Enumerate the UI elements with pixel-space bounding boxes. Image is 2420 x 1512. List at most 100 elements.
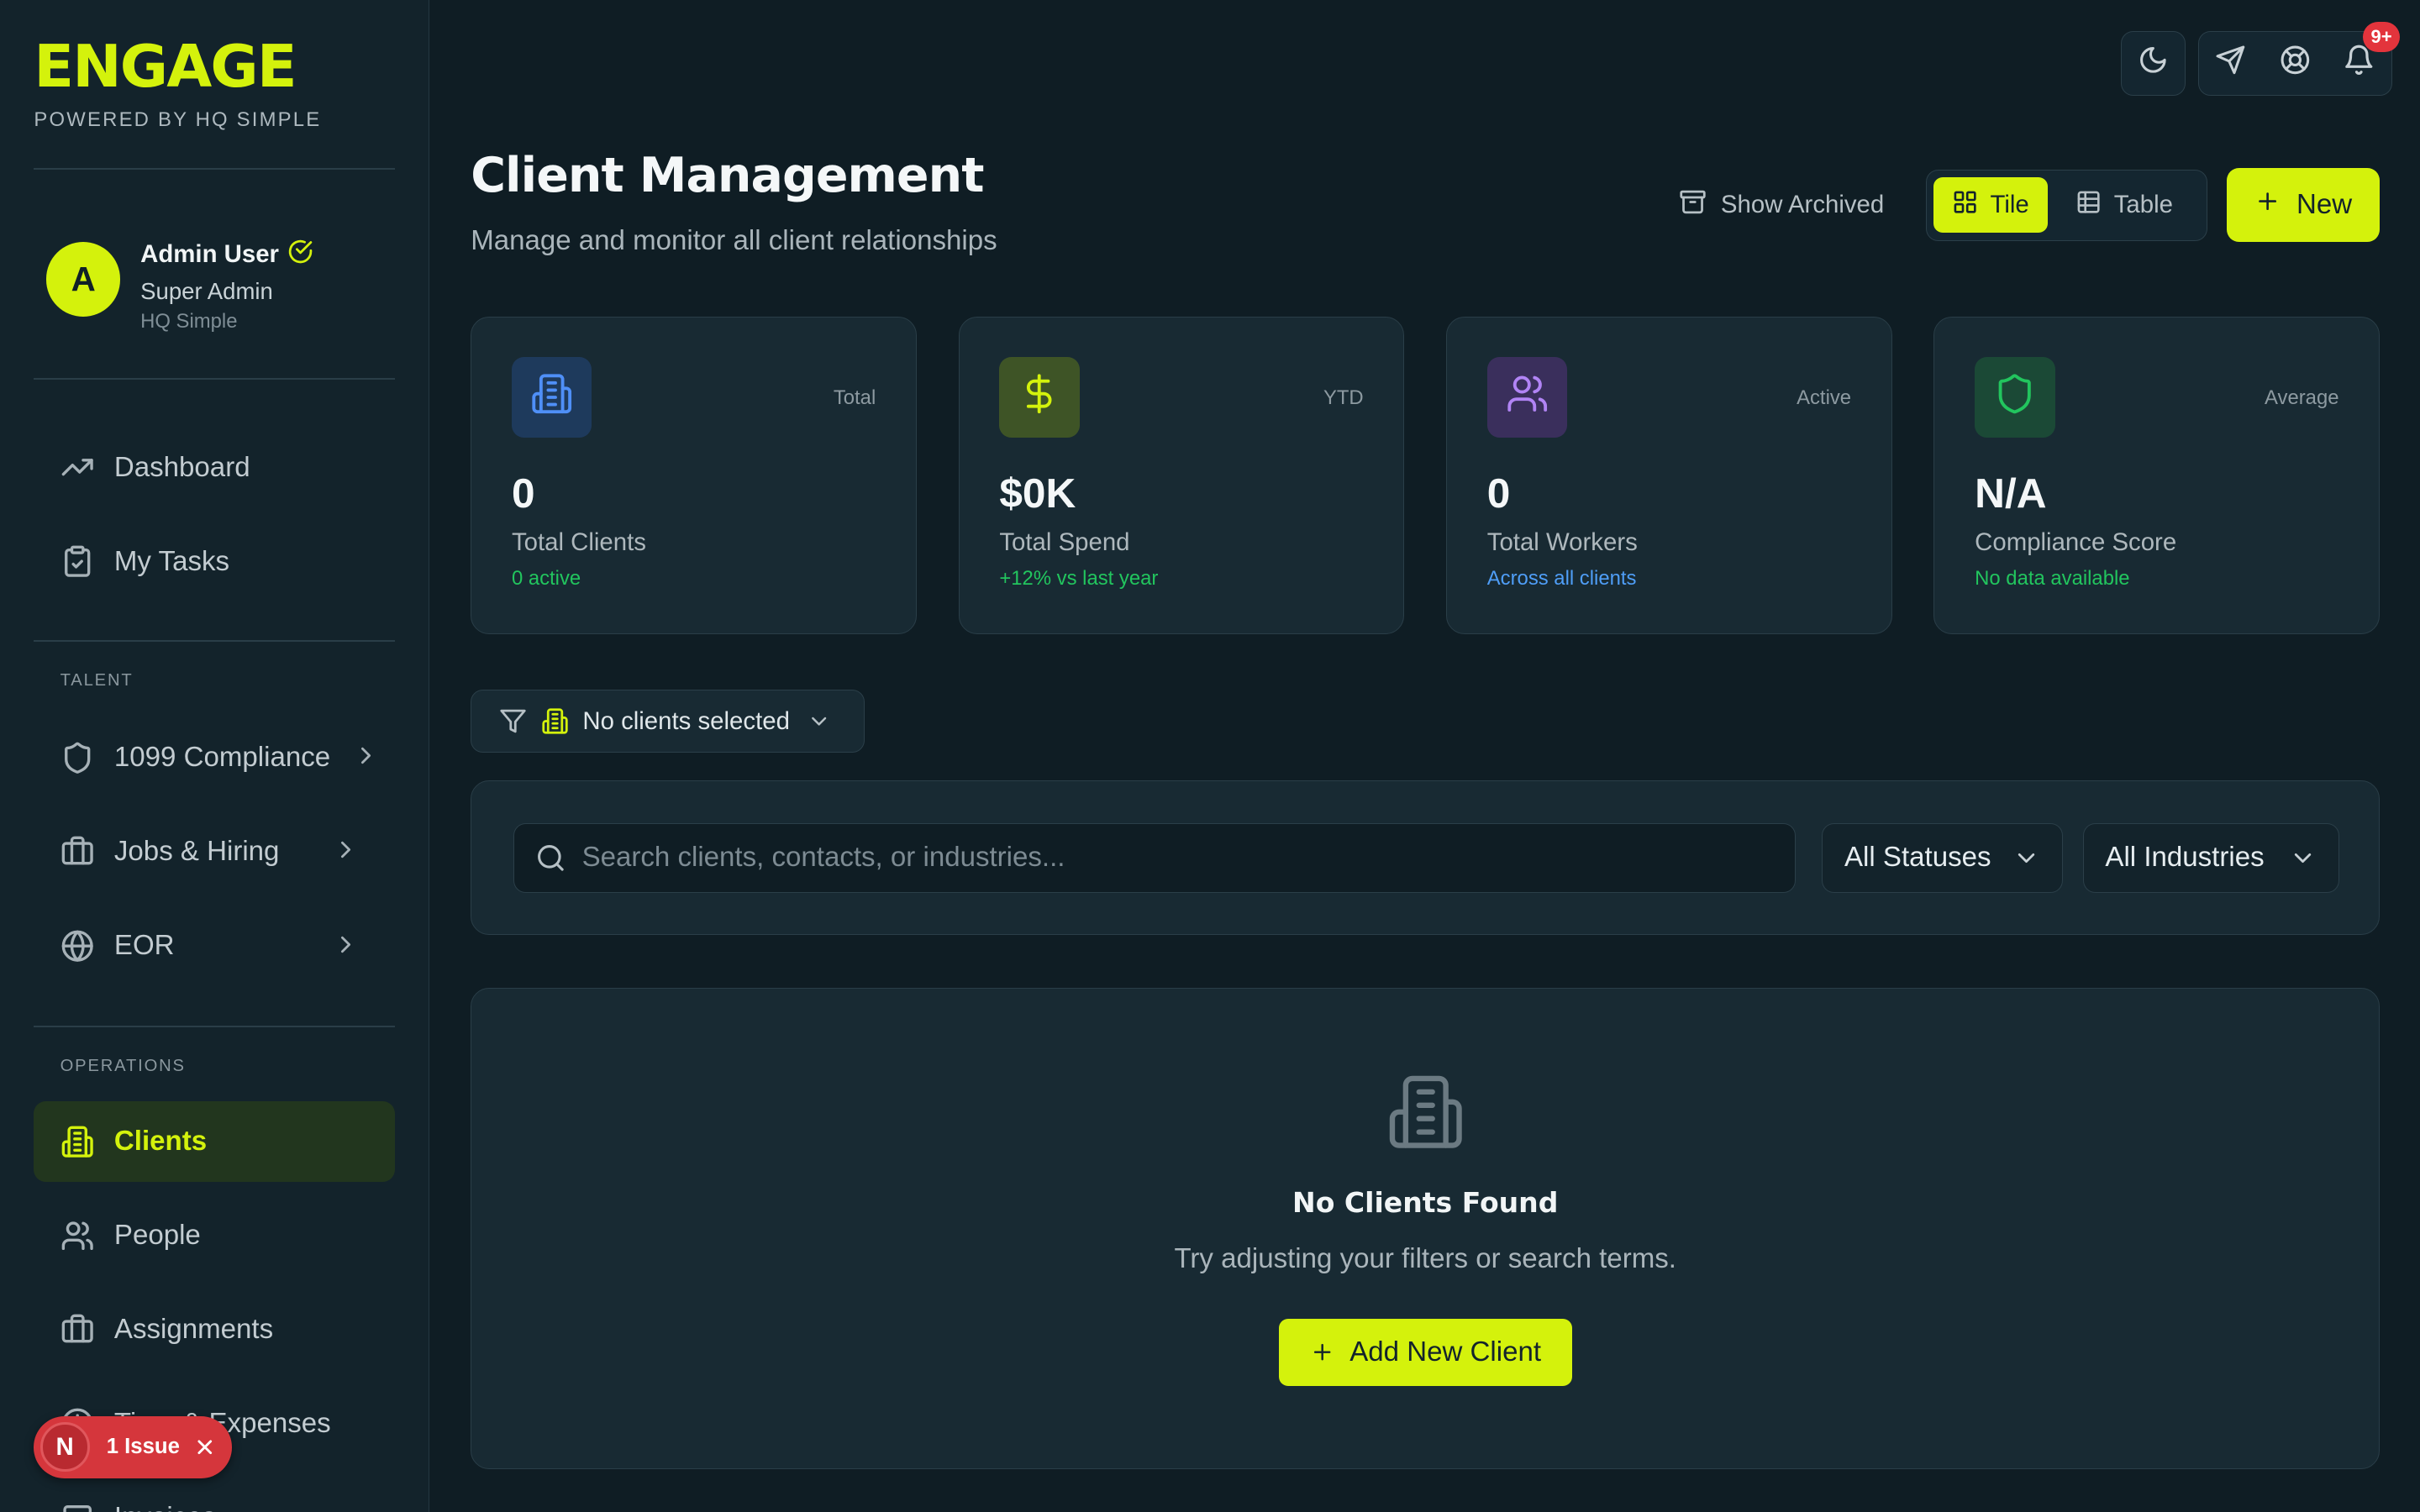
building-icon — [541, 707, 569, 735]
moon-icon — [2138, 45, 2169, 82]
empty-state: No Clients Found Try adjusting your filt… — [471, 987, 2381, 1469]
stat-value: 0 — [1486, 469, 1511, 517]
search-box — [513, 822, 1797, 893]
page-title: Client Management — [471, 148, 984, 204]
issues-label: 1 Issue — [106, 1435, 180, 1459]
table-icon — [2075, 189, 2102, 222]
sidebar-item-label: Clients — [113, 1126, 208, 1158]
sidebar-item-1099-compliance[interactable]: 1099 Compliance — [34, 717, 395, 798]
stat-subtext: Across all clients — [1486, 567, 1637, 591]
table-view-button[interactable]: Table — [2057, 177, 2191, 233]
stat-value: 0 — [511, 469, 535, 517]
new-button[interactable]: New — [2227, 168, 2381, 243]
sidebar-item-label: EOR — [113, 929, 175, 961]
stat-icon-box — [1975, 357, 2055, 438]
brand-logo: ENGAGE — [34, 33, 297, 102]
send-button[interactable] — [2199, 32, 2263, 95]
user-profile[interactable]: A Admin User Super Admin HQ Simple — [46, 238, 314, 333]
user-org: HQ Simple — [140, 309, 238, 333]
send-icon — [2215, 45, 2246, 82]
archive-icon — [1679, 188, 1707, 223]
brand[interactable]: ENGAGE POWERED BY HQ SIMPLE — [34, 34, 321, 131]
stat-tag: Total — [833, 386, 876, 410]
building-icon — [60, 1125, 94, 1158]
chevron-down-icon — [807, 709, 831, 733]
close-icon[interactable] — [193, 1436, 217, 1459]
theme-toggle-button[interactable] — [2120, 30, 2186, 96]
sidebar-item-jobs-hiring[interactable]: Jobs & Hiring — [34, 811, 395, 892]
user-role: Super Admin — [140, 278, 273, 305]
tile-view-label: Tile — [1990, 191, 2029, 219]
briefcase-icon — [60, 835, 94, 869]
sidebar-item-eor[interactable]: EOR — [34, 906, 395, 986]
divider — [34, 1026, 396, 1028]
view-toggle: Tile Table — [1926, 170, 2207, 241]
search-input[interactable] — [581, 842, 1755, 874]
plus-icon — [2254, 188, 2281, 222]
building-icon — [1386, 1072, 1466, 1159]
divider — [34, 377, 396, 380]
sidebar-item-dashboard[interactable]: Dashboard — [34, 428, 395, 508]
add-new-client-button[interactable]: Add New Client — [1278, 1318, 1572, 1387]
filter-icon — [499, 707, 527, 735]
sidebar-item-assignments[interactable]: Assignments — [34, 1290, 395, 1371]
sidebar-item-label: Dashboard — [113, 451, 250, 483]
issues-badge[interactable]: N 1 Issue — [34, 1416, 232, 1478]
avatar: A — [46, 242, 121, 317]
stat-card-total-workers: Active 0 Total Workers Across all client… — [1446, 316, 1892, 634]
status-select-value: All Statuses — [1844, 842, 1991, 874]
page-subtitle: Manage and monitor all client relationsh… — [471, 225, 997, 257]
sidebar-item-invoices[interactable]: Invoices — [34, 1478, 395, 1512]
dollar-icon — [1018, 372, 1060, 422]
empty-state-message: Try adjusting your filters or search ter… — [1174, 1242, 1676, 1274]
client-selector[interactable]: No clients selected — [471, 690, 865, 753]
sidebar-item-label: Jobs & Hiring — [113, 835, 280, 867]
sidebar-item-label: Assignments — [113, 1314, 274, 1346]
add-new-client-label: Add New Client — [1349, 1336, 1542, 1368]
user-name-row: Admin User — [140, 238, 314, 272]
show-archived-button[interactable]: Show Archived — [1679, 185, 1884, 225]
users-icon — [60, 1219, 94, 1252]
stat-tag: Active — [1797, 386, 1852, 410]
chevron-down-icon — [2012, 844, 2040, 872]
verified-icon — [287, 238, 314, 272]
briefcase-icon — [60, 1313, 94, 1347]
stat-tag: Average — [2265, 386, 2339, 410]
clipboard-check-icon — [60, 544, 94, 578]
stat-subtext: 0 active — [511, 567, 581, 591]
sidebar-item-people[interactable]: People — [34, 1195, 395, 1276]
shield-icon — [1993, 372, 2036, 422]
stat-value: N/A — [1975, 469, 2047, 517]
tile-view-button[interactable]: Tile — [1933, 177, 2048, 234]
new-button-label: New — [2296, 189, 2353, 221]
lifebuoy-icon — [2280, 45, 2311, 82]
sidebar-item-clients[interactable]: Clients — [34, 1101, 396, 1182]
globe-icon — [60, 929, 94, 963]
notification-count-badge: 9+ — [2363, 21, 2401, 53]
stat-icon-box — [511, 357, 592, 438]
issues-logo: N — [39, 1422, 90, 1473]
status-select[interactable]: All Statuses — [1822, 822, 2063, 893]
client-selector-label: No clients selected — [582, 706, 790, 735]
stat-icon-box — [1486, 357, 1568, 438]
shield-icon — [60, 741, 94, 774]
industry-select[interactable]: All Industries — [2082, 822, 2339, 893]
table-view-label: Table — [2113, 191, 2173, 219]
stat-label: Total Workers — [1486, 528, 1638, 557]
search-icon — [535, 843, 566, 874]
chevron-down-icon — [2289, 844, 2317, 872]
stat-subtext: No data available — [1975, 567, 2130, 591]
industry-select-value: All Industries — [2105, 842, 2265, 874]
empty-state-title: No Clients Found — [1292, 1185, 1559, 1219]
stat-label: Total Spend — [999, 528, 1130, 557]
stat-card-compliance-score: Average N/A Compliance Score No data ava… — [1933, 316, 2381, 634]
section-label-talent: TALENT — [60, 670, 134, 690]
help-button[interactable] — [2263, 32, 2327, 95]
filter-bar: All Statuses All Industries — [471, 780, 2381, 936]
divider — [34, 640, 396, 643]
sidebar-item-my-tasks[interactable]: My Tasks — [34, 522, 395, 602]
divider — [34, 168, 396, 171]
users-icon — [1506, 372, 1549, 422]
stat-label: Total Clients — [511, 528, 646, 557]
trending-up-icon — [60, 450, 94, 484]
